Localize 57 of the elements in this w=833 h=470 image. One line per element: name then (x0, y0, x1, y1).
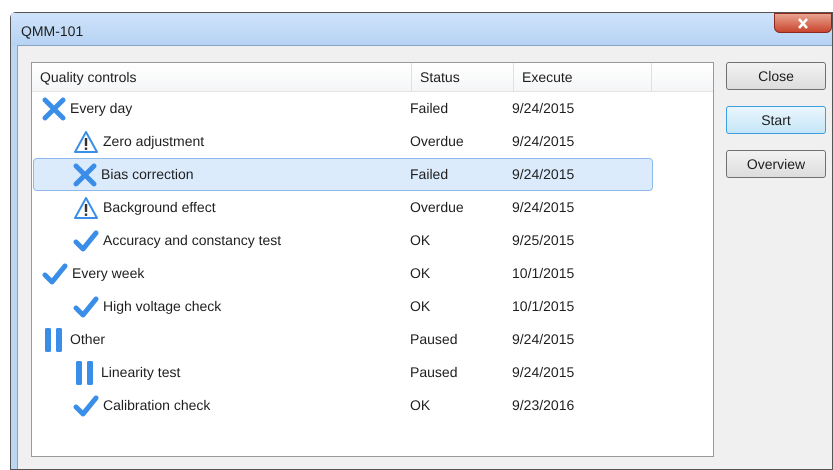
tree-row[interactable]: Background effect Overdue 9/24/2015 (33, 191, 653, 224)
execute-date: 9/23/2016 (512, 396, 574, 415)
item-name: Calibration check (103, 396, 210, 415)
tree-row[interactable]: Zero adjustment Overdue 9/24/2015 (33, 125, 653, 158)
close-icon (797, 18, 809, 28)
close-window-button[interactable] (774, 13, 832, 33)
execute-date: 9/24/2015 (512, 198, 574, 217)
status-text: OK (410, 396, 432, 415)
dialog-button[interactable]: Close (726, 62, 826, 90)
item-name: Every week (72, 264, 144, 283)
item-name: Accuracy and constancy test (103, 231, 282, 250)
window-title: QMM-101 (20, 22, 84, 41)
status-text: Overdue (410, 132, 465, 151)
item-name: Linearity test (101, 363, 180, 382)
status-text: OK (410, 231, 432, 250)
execute-date: 10/1/2015 (512, 264, 574, 283)
execute-date: 9/25/2015 (512, 231, 574, 250)
execute-date: 9/24/2015 (512, 132, 574, 151)
tree-row[interactable]: Calibration check OK 9/23/2016 (33, 389, 653, 422)
tree-row[interactable]: Other Paused 9/24/2015 (33, 323, 653, 356)
item-name: Every day (70, 99, 132, 118)
item-name: Background effect (103, 198, 216, 217)
item-name: Zero adjustment (103, 132, 204, 151)
checkmark-icon (73, 228, 99, 252)
execute-date: 9/24/2015 (512, 330, 574, 349)
status-text: Overdue (410, 198, 465, 217)
tree-row[interactable]: Linearity test Paused 9/24/2015 (33, 356, 653, 389)
cross-icon (42, 96, 66, 120)
status-text: Paused (410, 330, 458, 349)
tree-row[interactable]: Every week OK 10/1/2015 (33, 257, 653, 290)
warning-icon (73, 130, 99, 154)
column-header[interactable]: Execute (514, 63, 652, 91)
tree-row[interactable]: Bias correction Failed 9/24/2015 (33, 158, 653, 191)
status-text: OK (410, 264, 432, 283)
checkmark-icon (73, 294, 99, 318)
tree-row[interactable]: High voltage check OK 10/1/2015 (33, 290, 653, 323)
column-header[interactable]: Quality controls (32, 63, 412, 91)
item-name: Bias correction (101, 165, 194, 184)
status-text: Failed (410, 165, 450, 184)
checkmark-icon (73, 394, 99, 418)
cross-icon (73, 162, 97, 186)
execute-date: 9/24/2015 (512, 99, 574, 118)
tree-row[interactable]: Accuracy and constancy test OK 9/25/2015 (33, 224, 653, 257)
status-text: Failed (410, 99, 450, 118)
status-text: Paused (410, 363, 458, 382)
dialog-button[interactable]: Start (726, 106, 826, 134)
execute-date: 9/24/2015 (512, 165, 574, 184)
dialog-button[interactable]: Overview (726, 150, 826, 178)
item-name: Other (70, 330, 106, 349)
execute-date: 10/1/2015 (512, 297, 574, 316)
execute-date: 9/24/2015 (512, 363, 574, 382)
checkmark-icon (42, 262, 68, 286)
column-header[interactable]: Status (412, 63, 514, 91)
warning-icon (73, 196, 99, 220)
tree-row[interactable]: Every day Failed 9/24/2015 (33, 92, 653, 125)
item-name: High voltage check (103, 297, 222, 316)
status-text: OK (410, 297, 432, 316)
